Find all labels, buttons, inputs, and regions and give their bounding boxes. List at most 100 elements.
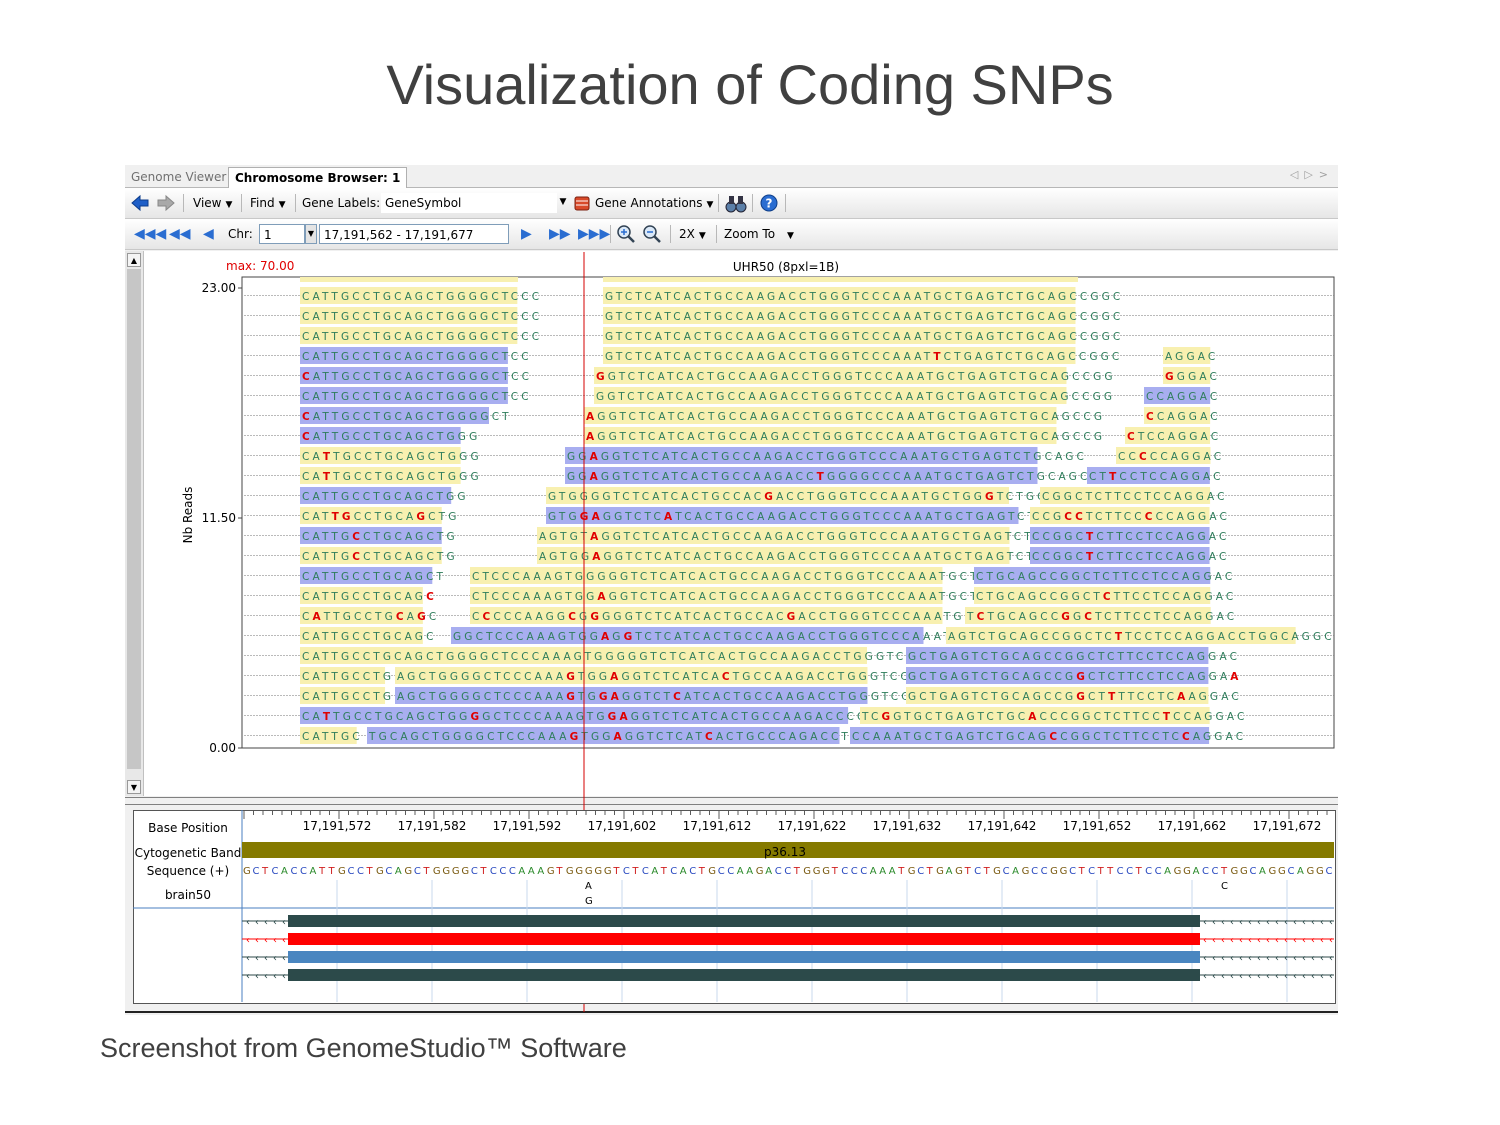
read-base: T [934,511,945,523]
read-base: C [1113,291,1123,303]
read-base: A [1220,671,1230,683]
read-base: G [459,451,470,463]
read-base: G [439,691,450,703]
read-base: T [330,351,341,363]
read-base: C [396,511,406,523]
read-base: C [809,611,819,623]
read-base: C [1017,731,1027,743]
read-base: T [934,731,945,743]
read-base: G [574,651,585,663]
read-base: C [664,631,674,643]
read-base: C [491,591,501,603]
read-base: T [1003,451,1013,463]
read-base: G [1052,491,1063,503]
read-base: G [1026,291,1037,303]
read-base: C [1010,411,1020,423]
read-base: A [592,551,603,563]
read-base: C [677,411,687,423]
read-sequence: CTCCAGGAC [1127,431,1221,443]
read-base: A [1188,691,1198,703]
read-base: A [911,451,922,463]
read-base: T [667,411,677,423]
read-base: G [622,691,633,703]
read-base: A [1019,611,1029,623]
read-sequence: CATTGCCTGCAGCTGGGGCT [302,411,512,423]
read-base: C [1085,631,1095,643]
read-base: T [619,411,629,423]
read-base: G [457,491,468,503]
read-base: A [1051,411,1061,423]
read-base: G [721,471,732,483]
read-base: A [793,571,803,583]
read-base: C [644,291,654,303]
read-base: C [694,351,704,363]
read-base: C [976,591,986,603]
read-base: T [933,471,944,483]
read-base: G [853,651,864,663]
read-base: T [374,511,385,523]
read-base: C [696,391,706,403]
read-base: C [302,391,312,403]
read-sequence: CCCCCAAGGCGGGGGTCTCATCACTGCCACGACCTGGGTC… [472,611,996,623]
read-base: A [893,311,904,323]
read-base: C [728,391,738,403]
read-base: T [321,291,331,303]
read-base: C [874,391,884,403]
read-base: T [837,671,848,683]
read-base: C [776,611,786,623]
read-base: A [1198,351,1208,363]
read-base: G [341,591,352,603]
read-base: T [923,291,934,303]
read-base: A [984,531,994,543]
read-base: G [1026,491,1037,503]
read-base: C [898,571,908,583]
read-base: C [664,611,674,623]
read-base: C [892,551,902,563]
read-sequence: GGCTCCCAAAGTGGAGGTCTCATCACTGCCAAGACCTGGG… [453,631,975,643]
read-base: T [637,391,647,403]
read-base: C [1007,591,1017,603]
read-base: G [1197,651,1208,663]
read-base: T [812,411,823,423]
read-base: T [1116,651,1126,663]
read-base: T [321,731,331,743]
read-base: G [948,591,959,603]
read-base: T [673,551,683,563]
read-base: T [828,631,839,643]
read-base: C [1166,511,1176,523]
read-base: G [1187,511,1198,523]
read-base: C [493,611,503,623]
read-base: G [961,691,972,703]
read-base: C [644,351,654,363]
read-base: C [1139,451,1150,463]
read-base: G [1199,691,1210,703]
read-base: T [501,411,512,423]
read-base: G [974,491,985,503]
read-base: G [633,691,644,703]
read-base: C [1142,711,1152,723]
read-base: G [976,511,987,523]
read-base: G [823,411,834,423]
read-base: C [694,311,704,323]
cytogenetic-band-label: Cytogenetic Band [134,846,242,860]
read-base: A [1055,451,1065,463]
read-base: G [546,611,557,623]
read-base: G [1061,611,1073,623]
read-base: A [405,491,415,503]
read-base: T [931,531,942,543]
read-base: G [384,511,395,523]
read-base: T [1123,611,1133,623]
read-base: C [1173,591,1183,603]
read-base: C [651,451,661,463]
read-base: T [1007,511,1017,523]
read-base: G [383,571,394,583]
read-base: C [1075,491,1085,503]
read-base: A [405,651,415,663]
read-base: G [415,351,426,363]
read-base: T [943,611,954,623]
read-base: A [925,511,935,523]
read-base: G [1053,531,1064,543]
read-base: A [760,371,770,383]
read-base: A [1185,631,1195,643]
read-sequence: CATTGCCTGCAGCTG [302,531,458,543]
